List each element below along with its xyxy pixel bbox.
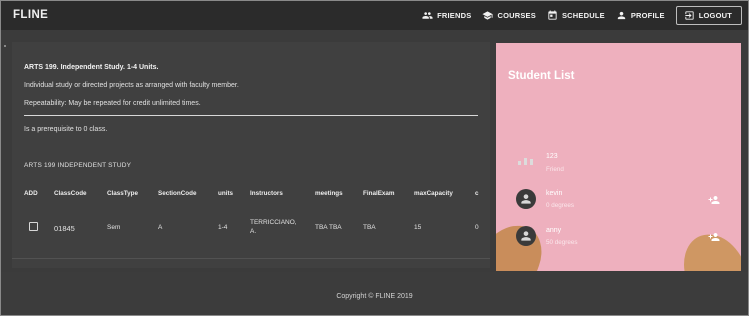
column-header-sectioncode: SectionCode bbox=[158, 190, 197, 197]
cell-classtype: Sem bbox=[107, 224, 121, 231]
course-description: Individual study or directed projects as… bbox=[24, 82, 239, 89]
cell-c: 0 bbox=[475, 224, 479, 231]
copyright-text: Copyright © FLINE 2019 bbox=[336, 293, 413, 300]
student-list-panel: Student List 123 Friend kevin 0 degrees … bbox=[496, 43, 741, 271]
friend-avatar-placeholder bbox=[518, 158, 533, 165]
cell-meetings: TBA TBA bbox=[315, 224, 342, 231]
logout-icon bbox=[685, 11, 694, 20]
nav-friends-label: FRIENDS bbox=[437, 11, 472, 20]
column-header-maxcapacity: maxCapacity bbox=[414, 190, 453, 197]
profile-icon bbox=[617, 11, 625, 20]
course-title: ARTS 199. Independent Study. 1-4 Units. bbox=[24, 64, 159, 71]
logout-label: LOGOUT bbox=[698, 11, 732, 20]
column-header-units: units bbox=[218, 190, 234, 197]
nav-profile-label: PROFILE bbox=[630, 11, 665, 20]
friend-name[interactable]: anny bbox=[546, 227, 561, 234]
course-repeatability: Repeatability: May be repeated for credi… bbox=[24, 100, 201, 107]
column-header-meetings: meetings bbox=[315, 190, 343, 197]
section-title: ARTS 199 INDEPENDENT STUDY bbox=[24, 162, 132, 169]
brand-logo[interactable]: FLINE bbox=[13, 9, 48, 21]
avatar bbox=[516, 226, 536, 246]
add-class-checkbox[interactable] bbox=[29, 222, 38, 231]
friend-status: Friend bbox=[546, 166, 564, 173]
cell-sectioncode: A bbox=[158, 224, 163, 231]
course-prerequisite: Is a prerequisite to 0 class. bbox=[24, 126, 108, 133]
friend-name[interactable]: kevin bbox=[546, 190, 562, 197]
column-header-finalexam: FinalExam bbox=[363, 190, 395, 197]
add-friend-button[interactable] bbox=[708, 230, 720, 242]
person-icon bbox=[521, 194, 531, 204]
schedule-icon bbox=[548, 10, 557, 20]
column-header-classtype: ClassType bbox=[107, 190, 139, 197]
courses-icon bbox=[482, 11, 493, 20]
nav-profile[interactable]: PROFILE bbox=[616, 10, 665, 21]
person-add-icon bbox=[708, 196, 720, 204]
nav-courses[interactable]: COURSES bbox=[482, 10, 536, 21]
cell-classcode: 01845 bbox=[54, 224, 75, 233]
logout-button[interactable]: LOGOUT bbox=[675, 6, 742, 25]
cell-maxcapacity: 15 bbox=[414, 224, 422, 231]
divider-dot bbox=[4, 45, 6, 47]
column-header-c: c bbox=[475, 190, 479, 197]
cell-instructors: TERRICCIANO, A. bbox=[250, 219, 297, 235]
nav-courses-label: COURSES bbox=[497, 11, 536, 20]
column-header-add: ADD bbox=[24, 190, 38, 197]
footer: Copyright © FLINE 2019 bbox=[1, 272, 748, 315]
person-add-icon bbox=[708, 233, 720, 241]
top-nav-bar: FLINE FRIENDS COURSES SCHEDULE PROFILE L… bbox=[1, 1, 748, 30]
column-header-instructors: Instructors bbox=[250, 190, 283, 197]
friends-icon bbox=[422, 12, 433, 19]
cell-finalexam: TBA bbox=[363, 224, 376, 231]
divider bbox=[24, 115, 478, 116]
student-list-title: Student List bbox=[508, 70, 575, 82]
friend-name[interactable]: 123 bbox=[546, 153, 558, 160]
friend-status: 0 degrees bbox=[546, 202, 575, 209]
avatar bbox=[516, 189, 536, 209]
cell-units: 1-4 bbox=[218, 224, 228, 231]
add-friend-button[interactable] bbox=[708, 193, 720, 205]
course-card: ARTS 199. Independent Study. 1-4 Units. … bbox=[12, 42, 490, 268]
nav-friends[interactable]: FRIENDS bbox=[422, 10, 471, 21]
row-divider bbox=[12, 258, 490, 259]
column-header-classcode: ClassCode bbox=[54, 190, 87, 197]
nav-schedule-label: SCHEDULE bbox=[561, 11, 605, 20]
nav-schedule[interactable]: SCHEDULE bbox=[547, 10, 605, 21]
friend-status: 50 degrees bbox=[546, 239, 578, 246]
person-icon bbox=[521, 231, 531, 241]
nav-menu: FRIENDS COURSES SCHEDULE PROFILE LOGOUT bbox=[411, 1, 742, 30]
